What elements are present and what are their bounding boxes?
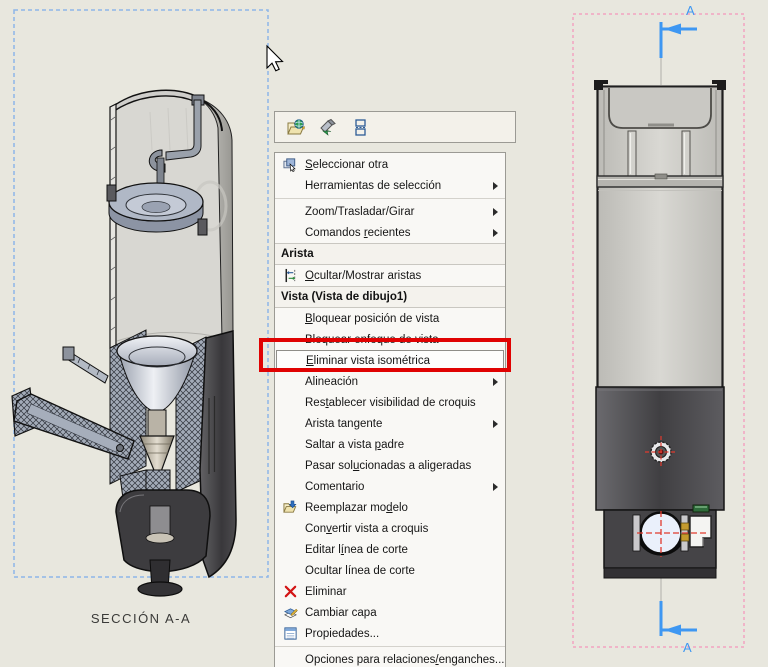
menu-item-label: Seleccionar otra [305, 158, 389, 171]
menu-item-zoom-trasladar-girar[interactable]: Zoom/Trasladar/Girar [275, 201, 505, 222]
drawing-sheet: SECCIÓN A-A A A Seleccionar otra Herrami… [0, 0, 768, 667]
replace-model-icon [275, 500, 305, 515]
menu-item-arista-tangente[interactable]: Arista tangente [275, 413, 505, 434]
bottom-housing [115, 469, 211, 597]
menu-item-label: Propiedades... [305, 627, 380, 640]
submenu-arrow-icon [493, 207, 498, 216]
menu-item-label: Ocultar/Mostrar aristas [305, 269, 422, 282]
cylinder-cut-wall [109, 103, 117, 349]
menu-section-header: Arista [275, 243, 505, 265]
submenu-arrow-icon [493, 228, 498, 237]
menu-item-label: Saltar a vista padre [305, 438, 405, 451]
menu-item-label: Comentario [305, 480, 365, 493]
menu-item-ocultar-línea-de-corte[interactable]: Ocultar línea de corte [275, 560, 505, 581]
menu-item-cambiar-capa[interactable]: Cambiar capa [275, 602, 505, 623]
select-other-icon [275, 157, 305, 172]
submenu-arrow-icon [493, 377, 498, 386]
menu-item-label: Cambiar capa [305, 606, 377, 619]
edges-icon [275, 268, 305, 283]
menu-section-header-label: Arista [281, 248, 314, 260]
stacked-views-icon[interactable] [349, 116, 371, 138]
submenu-arrow-icon [493, 482, 498, 491]
menu-item-herramientas-de-selección[interactable]: Herramientas de selección [275, 175, 505, 196]
menu-item-bloquear-posición-de-vista[interactable]: Bloquear posición de vista [275, 308, 505, 329]
context-toolbar [274, 111, 516, 143]
menu-item-comentario[interactable]: Comentario [275, 476, 505, 497]
menu-item-seleccionar-otra[interactable]: Seleccionar otra [275, 154, 505, 175]
menu-item-reemplazar-modelo[interactable]: Reemplazar modelo [275, 497, 505, 518]
menu-item-comandos-recientes[interactable]: Comandos recientes [275, 222, 505, 243]
inner-post-left [627, 130, 637, 177]
menu-item-label: Bloquear posición de vista [305, 312, 440, 325]
isometric-section-view[interactable]: SECCIÓN A-A [11, 9, 269, 626]
menu-item-saltar-a-vista-padre[interactable]: Saltar a vista padre [275, 434, 505, 455]
menu-item-label: Arista tangente [305, 417, 383, 430]
menu-item-bloquear-enfoque-de-vista[interactable]: Bloquear enfoque de vista [275, 329, 505, 350]
menu-item-restablecer-visibilidad-de-croquis[interactable]: Restablecer visibilidad de croquis [275, 392, 505, 413]
properties-icon [275, 626, 305, 641]
menu-item-label: Editar línea de corte [305, 543, 408, 556]
menu-item-label: Herramientas de selección [305, 179, 442, 192]
layer-icon [275, 605, 305, 620]
side-pipe [62, 346, 109, 384]
menu-item-label: Opciones para relaciones/enganches... [305, 653, 505, 666]
menu-item-label: Eliminar [305, 585, 347, 598]
menu-item-convertir-vista-a-croquis[interactable]: Convertir vista a croquis [275, 518, 505, 539]
section-label-bottom[interactable]: A [683, 640, 692, 655]
menu-item-propiedades[interactable]: Propiedades... [275, 623, 505, 644]
open-folder-globe-icon[interactable] [285, 116, 307, 138]
menu-item-pasar-solucionadas-a-aligeradas[interactable]: Pasar solucionadas a aligeradas [275, 455, 505, 476]
section-arrow-bottom[interactable] [659, 601, 697, 636]
menu-section-header: Vista (Vista de dibujo1) [275, 286, 505, 308]
menu-item-editar-línea-de-corte[interactable]: Editar línea de corte [275, 539, 505, 560]
menu-item-label: Bloquear enfoque de vista [305, 333, 439, 346]
menu-item-label: Pasar solucionadas a aligeradas [305, 459, 472, 472]
menu-item-label: Ocultar línea de corte [305, 564, 415, 577]
bottom-lip [603, 567, 717, 579]
green-fitting [692, 504, 710, 513]
menu-item-opciones-para-relaciones-enganches[interactable]: Opciones para relaciones/enganches... [275, 649, 505, 667]
brush-icon[interactable] [317, 116, 339, 138]
menu-item-label: Comandos recientes [305, 226, 411, 239]
menu-item-alineación[interactable]: Alineación [275, 371, 505, 392]
menu-section-header-label: Vista (Vista de dibujo1) [281, 291, 408, 303]
section-arrow-top[interactable] [659, 22, 697, 58]
inner-post-right [681, 130, 691, 177]
menu-item-label: Alineación [305, 375, 359, 388]
menu-item-eliminar-vista-isométrica[interactable]: Eliminar vista isométrica [276, 350, 504, 371]
submenu-arrow-icon [493, 419, 498, 428]
delete-icon [275, 584, 305, 599]
inner-vessel [608, 88, 712, 129]
menu-item-label: Reemplazar modelo [305, 501, 408, 514]
menu-item-label: Eliminar vista isométrica [306, 354, 430, 367]
submenu-arrow-icon [493, 181, 498, 190]
menu-item-ocultar-mostrar-aristas[interactable]: Ocultar/Mostrar aristas [275, 265, 505, 286]
front-view[interactable]: A A [572, 3, 745, 655]
section-label-top[interactable]: A [686, 3, 695, 18]
menu-item-label: Zoom/Trasladar/Girar [305, 205, 415, 218]
front-view-part [594, 80, 726, 579]
menu-item-eliminar[interactable]: Eliminar [275, 581, 505, 602]
menu-item-label: Convertir vista a croquis [305, 522, 429, 535]
menu-item-label: Restablecer visibilidad de croquis [305, 396, 476, 409]
left-view-caption[interactable]: SECCIÓN A-A [91, 611, 191, 626]
context-menu: Seleccionar otra Herramientas de selecció… [274, 152, 506, 667]
